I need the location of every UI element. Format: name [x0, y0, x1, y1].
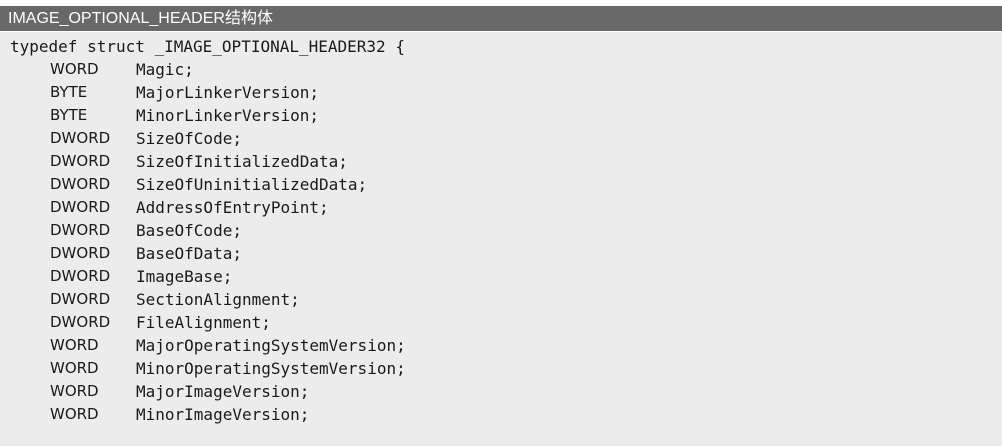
struct-member-line: DWORD BaseOfCode; [0, 219, 1002, 242]
struct-members: WORD Magic; BYTE MajorLinkerVersion; BYTE Min… [0, 58, 1002, 426]
struct-member-line: DWORD BaseOfData; [0, 242, 1002, 265]
member-type: BYTE [50, 83, 88, 101]
struct-member-line: DWORD SectionAlignment; [0, 288, 1002, 311]
member-name: MajorLinkerVersion; [136, 83, 320, 102]
member-type: DWORD [50, 244, 111, 262]
member-type: WORD [50, 60, 99, 78]
member-type: DWORD [50, 175, 111, 193]
struct-member-line: BYTE MinorLinkerVersion; [0, 104, 1002, 127]
member-name: MinorLinkerVersion; [136, 106, 320, 125]
member-name: ImageBase; [136, 267, 233, 286]
member-type: DWORD [50, 290, 111, 308]
member-type: DWORD [50, 152, 111, 170]
struct-member-line: DWORD SizeOfCode; [0, 127, 1002, 150]
code-listing: typedef struct _IMAGE_OPTIONAL_HEADER32 … [0, 32, 1002, 446]
member-type: DWORD [50, 129, 111, 147]
member-name: MinorOperatingSystemVersion; [136, 359, 406, 378]
struct-member-line: DWORD AddressOfEntryPoint; [0, 196, 1002, 219]
member-type: DWORD [50, 313, 111, 331]
member-type: BYTE [50, 106, 88, 124]
struct-member-line: DWORD FileAlignment; [0, 311, 1002, 334]
member-name: Magic; [136, 60, 194, 79]
member-type: WORD [50, 382, 99, 400]
member-type: DWORD [50, 198, 111, 216]
member-type: WORD [50, 405, 99, 423]
member-type: DWORD [50, 221, 111, 239]
struct-member-line: WORD MajorOperatingSystemVersion; [0, 334, 1002, 357]
member-name: BaseOfData; [136, 244, 242, 263]
member-name: SizeOfUninitializedData; [136, 175, 368, 194]
struct-declaration: typedef struct _IMAGE_OPTIONAL_HEADER32 … [10, 37, 405, 56]
struct-member-line: DWORD ImageBase; [0, 265, 1002, 288]
member-name: MajorImageVersion; [136, 382, 310, 401]
struct-member-line: WORD MajorImageVersion; [0, 380, 1002, 403]
struct-member-line: WORD MinorOperatingSystemVersion; [0, 357, 1002, 380]
struct-member-line: WORD MinorImageVersion; [0, 403, 1002, 426]
struct-member-line: BYTE MajorLinkerVersion; [0, 81, 1002, 104]
member-type: WORD [50, 336, 99, 354]
member-type: DWORD [50, 267, 111, 285]
member-name: SizeOfCode; [136, 129, 242, 148]
member-name: SizeOfInitializedData; [136, 152, 348, 171]
member-name: FileAlignment; [136, 313, 271, 332]
member-name: AddressOfEntryPoint; [136, 198, 329, 217]
section-title: IMAGE_OPTIONAL_HEADER结构体 [0, 6, 1002, 31]
struct-member-line: DWORD SizeOfInitializedData; [0, 150, 1002, 173]
member-name: BaseOfCode; [136, 221, 242, 240]
member-name: MinorImageVersion; [136, 405, 310, 424]
member-name: MajorOperatingSystemVersion; [136, 336, 406, 355]
struct-member-line: DWORD SizeOfUninitializedData; [0, 173, 1002, 196]
struct-member-line: WORD Magic; [0, 58, 1002, 81]
member-type: WORD [50, 359, 99, 377]
member-name: SectionAlignment; [136, 290, 300, 309]
